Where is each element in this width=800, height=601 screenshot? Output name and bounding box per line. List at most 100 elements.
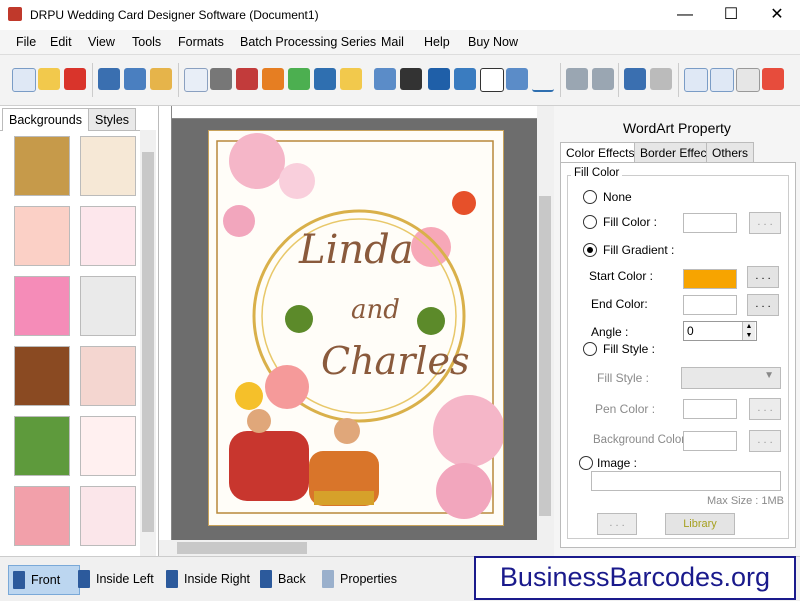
database-icon[interactable] bbox=[566, 68, 588, 90]
fill-gradient-radio[interactable] bbox=[583, 243, 597, 257]
fill-color-radio[interactable] bbox=[583, 215, 597, 229]
menu-file[interactable]: File bbox=[16, 35, 36, 49]
mail-icon[interactable] bbox=[506, 68, 528, 90]
front-page-button[interactable]: Front bbox=[8, 565, 80, 595]
inside-left-button[interactable]: Inside Left bbox=[74, 565, 154, 593]
wordart-property-panel: WordArt Property Color Effects Border Ef… bbox=[554, 106, 800, 556]
menu-batch-processing[interactable]: Batch Processing Series bbox=[240, 35, 376, 49]
menu-edit[interactable]: Edit bbox=[50, 35, 72, 49]
image-icon[interactable] bbox=[288, 68, 310, 90]
image-radio[interactable] bbox=[579, 456, 593, 470]
card-name-and[interactable]: and bbox=[351, 295, 400, 325]
save-as-icon[interactable] bbox=[124, 68, 146, 90]
menu-help[interactable]: Help bbox=[424, 35, 450, 49]
fill-color-swatch[interactable] bbox=[683, 213, 737, 233]
background-thumbnail[interactable] bbox=[80, 136, 136, 196]
toolbar-separator bbox=[678, 63, 679, 97]
scrollbar-thumb[interactable] bbox=[177, 542, 307, 554]
delete-icon[interactable] bbox=[762, 68, 784, 90]
menu-formats[interactable]: Formats bbox=[178, 35, 224, 49]
end-color-picker-button[interactable]: . . . bbox=[747, 294, 779, 316]
shapes-icon[interactable] bbox=[340, 68, 362, 90]
start-color-swatch[interactable] bbox=[683, 269, 737, 289]
end-color-swatch[interactable] bbox=[683, 295, 737, 315]
tab-color-effects[interactable]: Color Effects bbox=[560, 142, 641, 163]
wedding-card[interactable]: Linda and Charles bbox=[208, 130, 504, 526]
background-thumbnail[interactable] bbox=[80, 346, 136, 406]
inside-right-button[interactable]: Inside Right bbox=[162, 565, 250, 593]
background-color-picker-button[interactable]: . . . bbox=[749, 430, 781, 452]
wordart-icon[interactable] bbox=[480, 68, 504, 92]
background-thumbnail[interactable] bbox=[80, 276, 136, 336]
paste-icon[interactable] bbox=[736, 68, 760, 92]
redo-icon[interactable] bbox=[650, 68, 672, 90]
menu-view[interactable]: View bbox=[88, 35, 115, 49]
tab-styles[interactable]: Styles bbox=[88, 108, 137, 131]
canvas-vertical-scrollbar[interactable] bbox=[537, 106, 553, 540]
background-thumbnail[interactable] bbox=[14, 346, 70, 406]
barcode-icon[interactable] bbox=[400, 68, 422, 90]
background-thumbnail[interactable] bbox=[14, 486, 70, 546]
scrollbar-thumb[interactable] bbox=[142, 152, 154, 532]
fill-color-picker-button[interactable]: . . . bbox=[749, 212, 781, 234]
line-icon[interactable] bbox=[532, 68, 554, 92]
angle-spin-arrows-icon[interactable]: ▲ ▼ bbox=[742, 322, 755, 340]
background-thumbnail[interactable] bbox=[14, 206, 70, 266]
background-thumbnail[interactable] bbox=[80, 486, 136, 546]
print-icon[interactable] bbox=[210, 68, 232, 90]
tab-backgrounds[interactable]: Backgrounds bbox=[2, 108, 89, 131]
card-name-bride[interactable]: Linda bbox=[299, 227, 414, 273]
close-document-icon[interactable] bbox=[64, 68, 86, 90]
background-thumbnail[interactable] bbox=[14, 276, 70, 336]
card-name-groom[interactable]: Charles bbox=[321, 339, 470, 383]
database-settings-icon[interactable] bbox=[592, 68, 614, 90]
pen-color-swatch[interactable] bbox=[683, 399, 737, 419]
barcode-linear-icon[interactable] bbox=[374, 68, 396, 90]
text-box-icon[interactable] bbox=[454, 68, 476, 90]
browse-image-button[interactable]: . . . bbox=[597, 513, 637, 535]
image-path-field[interactable] bbox=[591, 471, 781, 491]
fill-style-select[interactable]: ▼ bbox=[681, 367, 781, 389]
backgrounds-scrollbar[interactable] bbox=[140, 130, 156, 556]
background-thumbnail[interactable] bbox=[80, 416, 136, 476]
export-icon[interactable] bbox=[150, 68, 172, 90]
card-artwork bbox=[216, 133, 503, 519]
close-button[interactable]: ✕ bbox=[754, 0, 800, 30]
tab-others[interactable]: Others bbox=[706, 142, 755, 163]
menu-mail[interactable]: Mail bbox=[381, 35, 404, 49]
page-setup-icon[interactable] bbox=[184, 68, 208, 92]
end-color-label: End Color: bbox=[591, 297, 648, 311]
angle-stepper[interactable]: 0 ▲ ▼ bbox=[683, 321, 757, 341]
canvas-horizontal-scrollbar[interactable] bbox=[159, 540, 553, 556]
menu-tools[interactable]: Tools bbox=[132, 35, 161, 49]
fill-style-radio[interactable] bbox=[583, 342, 597, 356]
properties-button[interactable]: Properties bbox=[318, 565, 397, 593]
pen-color-picker-button[interactable]: . . . bbox=[749, 398, 781, 420]
maximize-button[interactable]: ☐ bbox=[708, 0, 754, 30]
gift-icon[interactable] bbox=[262, 68, 284, 90]
pen-icon[interactable] bbox=[314, 68, 336, 90]
library-button[interactable]: Library bbox=[665, 513, 735, 535]
fill-color-group-label: Fill Color bbox=[571, 167, 623, 179]
print-preview-icon[interactable] bbox=[236, 68, 258, 90]
menu-buy-now[interactable]: Buy Now bbox=[468, 35, 518, 49]
background-color-swatch[interactable] bbox=[683, 431, 737, 451]
scrollbar-thumb[interactable] bbox=[539, 196, 551, 516]
save-icon[interactable] bbox=[98, 68, 120, 90]
open-icon[interactable] bbox=[38, 68, 60, 90]
background-thumbnail[interactable] bbox=[80, 206, 136, 266]
minimize-button[interactable]: — bbox=[662, 0, 708, 30]
angle-value: 0 bbox=[687, 324, 694, 338]
background-thumbnail[interactable] bbox=[14, 416, 70, 476]
app-icon bbox=[8, 7, 22, 21]
none-radio[interactable] bbox=[583, 190, 597, 204]
copy-icon[interactable] bbox=[710, 68, 734, 92]
back-page-button[interactable]: Back bbox=[256, 565, 306, 593]
cut-icon[interactable] bbox=[684, 68, 708, 92]
start-color-picker-button[interactable]: . . . bbox=[747, 266, 779, 288]
undo-icon[interactable] bbox=[624, 68, 646, 90]
text-icon[interactable] bbox=[428, 68, 450, 90]
background-thumbnail[interactable] bbox=[14, 136, 70, 196]
tab-border-effect[interactable]: Border Effect bbox=[634, 142, 716, 163]
new-icon[interactable] bbox=[12, 68, 36, 92]
